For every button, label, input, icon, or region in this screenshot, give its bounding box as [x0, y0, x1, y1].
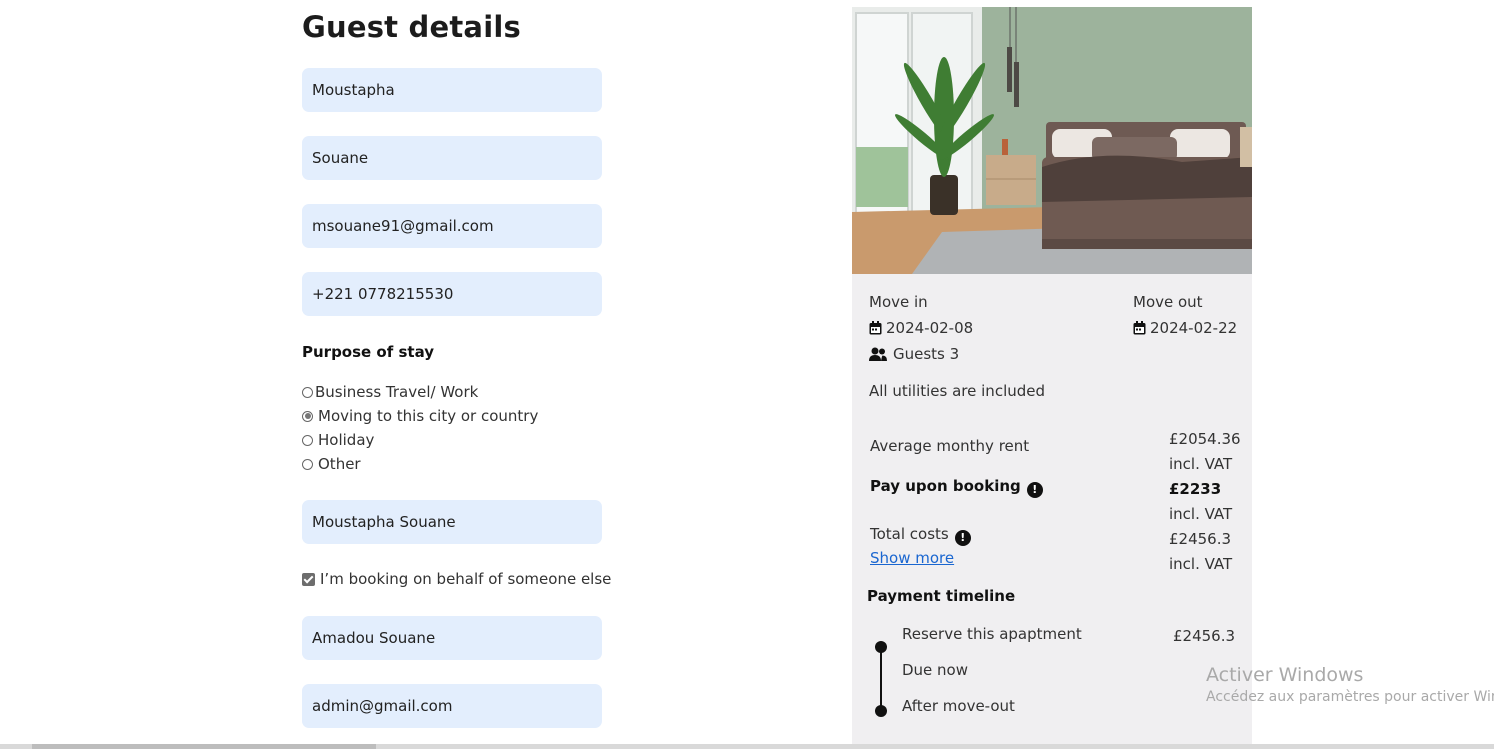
activate-windows-subtitle: Accédez aux paramètres pour activer Wind…	[1206, 689, 1494, 705]
users-icon	[869, 347, 887, 361]
move-in-date: 2024-02-08	[869, 319, 973, 337]
email-input[interactable]	[302, 204, 602, 248]
other-email-input[interactable]	[302, 684, 602, 728]
move-in-label: Move in	[869, 293, 928, 311]
radio-label: Business Travel/ Work	[315, 383, 479, 401]
purpose-option-holiday[interactable]: Holiday	[302, 430, 374, 450]
timeline-item-reserve-value: £2456.3	[1173, 627, 1236, 645]
purpose-option-moving[interactable]: Moving to this city or country	[302, 406, 538, 426]
guests-count: Guests 3	[869, 345, 959, 363]
radio-label: Moving to this city or country	[318, 407, 539, 425]
calendar-icon	[1133, 321, 1146, 335]
apartment-photo	[852, 7, 1252, 274]
move-out-date-text: 2024-02-22	[1150, 319, 1238, 337]
phone-input[interactable]	[302, 272, 602, 316]
move-in-date-text: 2024-02-08	[886, 319, 974, 337]
timeline-item-due-now: Due now	[902, 661, 969, 679]
radio-label: Holiday	[318, 431, 375, 449]
timeline-dot	[875, 641, 887, 653]
on-behalf-label: I’m booking on behalf of someone else	[320, 570, 612, 588]
timeline-line	[880, 647, 882, 711]
radio-business[interactable]	[302, 386, 313, 398]
move-out-date: 2024-02-22	[1133, 319, 1237, 337]
purpose-of-stay-label: Purpose of stay	[302, 343, 435, 361]
page-title: Guest details	[302, 10, 521, 44]
timeline-dot	[875, 705, 887, 717]
pay-upon-booking-vat: incl. VAT	[1169, 505, 1233, 523]
on-behalf-checkbox-row[interactable]: I’m booking on behalf of someone else	[302, 570, 611, 588]
pay-upon-booking-value: £2233	[1169, 480, 1222, 498]
full-name-input[interactable]	[302, 500, 602, 544]
avg-rent-vat: incl. VAT	[1169, 455, 1233, 473]
guests-text: Guests 3	[893, 345, 960, 363]
payment-timeline-title: Payment timeline	[867, 587, 1016, 605]
avg-rent-value: £2054.36	[1169, 430, 1241, 448]
calendar-icon	[869, 321, 882, 335]
timeline-item-reserve: Reserve this apaptment	[902, 625, 1082, 643]
last-name-input[interactable]	[302, 136, 602, 180]
radio-label: Other	[318, 455, 361, 473]
timeline-item-after-move-out: After move-out	[902, 697, 1015, 715]
pay-upon-booking-label: Pay upon booking!	[870, 477, 1043, 498]
pay-upon-booking-text: Pay upon booking	[870, 477, 1021, 495]
total-costs-vat: incl. VAT	[1169, 555, 1233, 573]
utilities-note: All utilities are included	[869, 382, 1046, 400]
horizontal-scrollbar[interactable]	[0, 744, 1494, 749]
scrollbar-thumb[interactable]	[32, 744, 376, 749]
show-more-link[interactable]: Show more	[870, 549, 954, 567]
purpose-option-business[interactable]: Business Travel/ Work	[302, 382, 478, 402]
purpose-option-other[interactable]: Other	[302, 454, 361, 474]
info-icon[interactable]: !	[1026, 482, 1043, 498]
radio-other[interactable]	[302, 458, 313, 470]
total-costs-value: £2456.3	[1169, 530, 1232, 548]
total-costs-label: Total costs!	[870, 525, 971, 546]
info-icon[interactable]: !	[954, 530, 971, 546]
radio-holiday[interactable]	[302, 434, 313, 446]
other-name-input[interactable]	[302, 616, 602, 660]
first-name-input[interactable]	[302, 68, 602, 112]
radio-moving[interactable]	[302, 410, 313, 422]
on-behalf-checkbox[interactable]	[302, 572, 315, 586]
total-costs-text: Total costs	[870, 525, 949, 543]
avg-rent-label: Average monthy rent	[870, 437, 1030, 455]
booking-summary-panel: Move in 2024-02-08 Move out 2024-02-22 G…	[852, 7, 1252, 749]
move-out-label: Move out	[1133, 293, 1203, 311]
activate-windows-title: Activer Windows	[1206, 664, 1364, 686]
